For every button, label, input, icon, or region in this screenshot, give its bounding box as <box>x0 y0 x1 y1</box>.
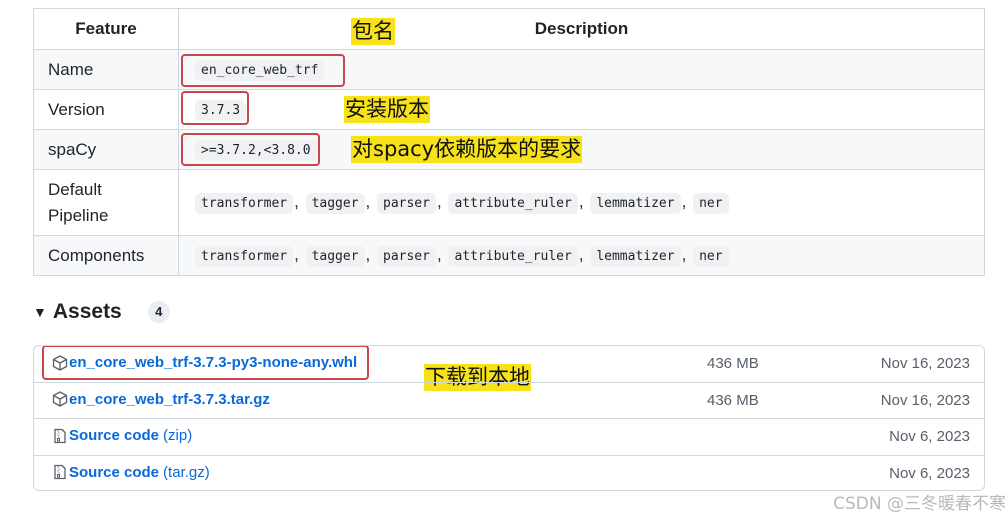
table-row-version: Version 3.7.3 <box>33 89 985 130</box>
asset-link-whl[interactable]: en_core_web_trf-3.7.3-py3-none-any.whl <box>52 354 357 371</box>
separator: , <box>578 191 584 211</box>
separator: , <box>436 191 442 211</box>
pipeline-item: attribute_ruler <box>448 192 578 214</box>
pipeline-item: parser <box>377 192 436 214</box>
description-cell: transformer, tagger, parser, attribute_r… <box>178 235 985 276</box>
separator: , <box>681 244 687 264</box>
csdn-watermark: CSDN @三冬暖春不寒 <box>833 494 1006 514</box>
description-cell: transformer, tagger, parser, attribute_r… <box>178 169 985 236</box>
separator: , <box>294 191 299 211</box>
caret-down-icon[interactable]: ▼ <box>33 304 47 320</box>
feature-name-label: Name <box>33 49 179 90</box>
asset-name-main: Source code <box>69 463 160 481</box>
component-item: parser <box>377 245 436 267</box>
pipeline-item: lemmatizer <box>590 192 681 214</box>
asset-row: Source code (tar.gz) Nov 6, 2023 <box>34 456 984 491</box>
asset-row: en_core_web_trf-3.7.3-py3-none-any.whl 4… <box>34 346 984 383</box>
annotation-install-version: 安装版本 <box>344 96 430 123</box>
package-icon <box>52 354 68 371</box>
pipeline-item: ner <box>693 192 729 214</box>
component-item: tagger <box>305 245 365 267</box>
table-row-name: Name en_core_web_trf <box>33 49 985 90</box>
annotation-package-name: 包名 <box>351 18 395 45</box>
table-row-components: Components transformer, tagger, parser, … <box>33 235 985 276</box>
pipeline-item: transformer <box>195 192 294 214</box>
asset-date: Nov 6, 2023 <box>889 464 970 482</box>
asset-date: Nov 6, 2023 <box>889 428 970 445</box>
asset-name: en_core_web_trf-3.7.3.tar.gz <box>69 390 270 408</box>
pipeline-label-line2: Pipeline <box>48 205 109 225</box>
component-item: transformer <box>195 245 294 267</box>
description-cell: en_core_web_trf <box>178 49 985 90</box>
assets-title: Assets <box>52 300 122 323</box>
asset-row: en_core_web_trf-3.7.3.tar.gz 436 MB Nov … <box>34 383 984 419</box>
feature-components-label: Components <box>33 235 179 276</box>
header-description: Description <box>178 8 985 50</box>
feature-spacy-label: spaCy <box>33 129 179 170</box>
asset-date: Nov 16, 2023 <box>880 355 970 372</box>
file-zip-icon <box>54 464 66 480</box>
component-item: attribute_ruler <box>448 245 578 267</box>
pipeline-label-line1: Default <box>48 179 102 199</box>
file-zip-icon <box>54 428 66 443</box>
assets-header[interactable]: ▼ Assets 4 <box>33 300 170 324</box>
asset-size: 436 MB <box>707 355 759 372</box>
component-item: ner <box>693 245 729 267</box>
table-row-default-pipeline: Default Pipeline transformer, tagger, pa… <box>33 169 985 236</box>
asset-name: Source code (tar.gz) <box>69 464 210 481</box>
separator: , <box>681 191 687 211</box>
asset-name-sub: (zip) <box>163 427 193 444</box>
asset-link-source-zip[interactable]: Source code (zip) <box>52 427 192 444</box>
separator: , <box>365 191 371 211</box>
package-name-code: en_core_web_trf <box>195 59 325 81</box>
annotation-spacy-requirement: 对spacy依赖版本的要求 <box>351 136 583 163</box>
asset-name-sub: (tar.gz) <box>163 463 210 481</box>
separator: , <box>294 244 299 264</box>
asset-link-source-targz[interactable]: Source code (tar.gz) <box>52 464 210 481</box>
table-header-row: Feature Description <box>33 8 985 50</box>
assets-count-badge: 4 <box>147 301 170 323</box>
asset-size: 436 MB <box>707 391 759 409</box>
asset-name: Source code (zip) <box>69 427 192 444</box>
header-feature: Feature <box>33 8 179 50</box>
package-icon <box>52 391 68 407</box>
asset-date: Nov 16, 2023 <box>880 391 970 409</box>
pipeline-item: tagger <box>305 192 365 214</box>
description-cell: 3.7.3 <box>178 89 985 130</box>
separator: , <box>578 244 584 264</box>
asset-name: en_core_web_trf-3.7.3-py3-none-any.whl <box>69 354 358 371</box>
separator: , <box>436 244 442 264</box>
component-item: lemmatizer <box>590 245 681 267</box>
asset-name-main: Source code <box>69 427 160 444</box>
spacy-requirement-code: >=3.7.2,<3.8.0 <box>195 139 317 161</box>
asset-row: Source code (zip) Nov 6, 2023 <box>34 419 984 456</box>
feature-pipeline-label: Default Pipeline <box>33 169 179 236</box>
separator: , <box>365 244 371 264</box>
asset-link-targz[interactable]: en_core_web_trf-3.7.3.tar.gz <box>52 391 270 408</box>
assets-list: en_core_web_trf-3.7.3-py3-none-any.whl 4… <box>33 345 985 491</box>
feature-version-label: Version <box>33 89 179 130</box>
version-code: 3.7.3 <box>195 99 247 121</box>
